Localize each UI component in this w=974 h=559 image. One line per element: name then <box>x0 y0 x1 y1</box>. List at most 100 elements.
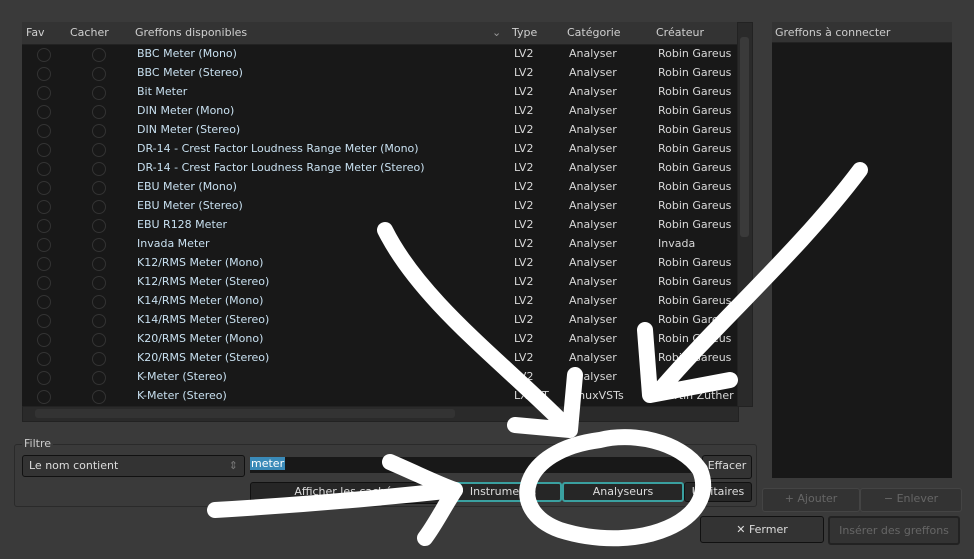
fav-radio[interactable] <box>37 67 51 81</box>
show-hidden-toggle[interactable]: Afficher les cachés <box>250 482 442 504</box>
fav-radio[interactable] <box>37 371 51 385</box>
fav-radio[interactable] <box>37 352 51 366</box>
table-row[interactable]: EBU Meter (Stereo) LV2 Analyser Robin Ga… <box>22 197 737 216</box>
table-row[interactable]: K14/RMS Meter (Stereo) LV2 Analyser Robi… <box>22 311 737 330</box>
plugin-category: Analyser <box>569 275 617 288</box>
col-name[interactable]: Greffons disponibles <box>135 26 247 39</box>
plugin-category: Analyser <box>569 180 617 193</box>
table-row[interactable]: K12/RMS Meter (Mono) LV2 Analyser Robin … <box>22 254 737 273</box>
plugin-category: Analyser <box>569 218 617 231</box>
hide-radio[interactable] <box>92 105 106 119</box>
fav-radio[interactable] <box>37 124 51 138</box>
table-row[interactable]: DR-14 - Crest Factor Loudness Range Mete… <box>22 140 737 159</box>
selected-plugins-list[interactable] <box>772 43 952 478</box>
hide-radio[interactable] <box>92 333 106 347</box>
table-row[interactable]: K20/RMS Meter (Mono) LV2 Analyser Robin … <box>22 330 737 349</box>
fav-radio[interactable] <box>37 143 51 157</box>
fav-radio[interactable] <box>37 105 51 119</box>
hide-radio[interactable] <box>92 124 106 138</box>
hide-radio[interactable] <box>92 276 106 290</box>
table-row[interactable]: K14/RMS Meter (Mono) LV2 Analyser Robin … <box>22 292 737 311</box>
hide-radio[interactable] <box>92 314 106 328</box>
table-row[interactable]: EBU Meter (Mono) LV2 Analyser Robin Gare… <box>22 178 737 197</box>
close-label: Fermer <box>748 523 788 536</box>
hide-radio[interactable] <box>92 181 106 195</box>
hide-radio[interactable] <box>92 238 106 252</box>
col-type[interactable]: Type <box>512 26 537 39</box>
fav-radio[interactable] <box>37 276 51 290</box>
plugin-creator: Robin Gareus <box>658 85 732 98</box>
plugin-type: LV2 <box>514 142 534 155</box>
fav-radio[interactable] <box>37 181 51 195</box>
fav-radio[interactable] <box>37 390 51 404</box>
fav-radio[interactable] <box>37 86 51 100</box>
clear-button[interactable]: Effacer <box>702 455 752 479</box>
analysers-toggle[interactable]: Analyseurs <box>562 482 684 502</box>
remove-button[interactable]: − Enlever <box>860 488 962 512</box>
scrollbar-thumb[interactable] <box>740 37 749 237</box>
utilities-toggle[interactable]: Utilitaires <box>684 482 752 502</box>
table-row[interactable]: DR-14 - Crest Factor Loudness Range Mete… <box>22 159 737 178</box>
horizontal-scrollbar[interactable] <box>22 406 739 422</box>
col-creator[interactable]: Créateur <box>656 26 704 39</box>
fav-radio[interactable] <box>37 314 51 328</box>
plugin-name: Bit Meter <box>137 85 188 98</box>
filter-label: Filtre <box>22 437 54 450</box>
table-row[interactable]: K-Meter (Stereo) LV2 Analyser <box>22 368 737 387</box>
table-row[interactable]: Invada Meter LV2 Analyser Invada <box>22 235 737 254</box>
plugin-creator: Robin Gareus <box>658 66 732 79</box>
insert-plugins-button[interactable]: Insérer des greffons <box>828 516 960 545</box>
hide-radio[interactable] <box>92 200 106 214</box>
filter-input[interactable]: meter <box>250 457 700 473</box>
col-hide[interactable]: Cacher <box>70 26 109 39</box>
hide-radio[interactable] <box>92 257 106 271</box>
hide-radio[interactable] <box>92 143 106 157</box>
scrollbar-thumb[interactable] <box>35 409 455 418</box>
hide-radio[interactable] <box>92 162 106 176</box>
plugin-type: LV2 <box>514 66 534 79</box>
hide-radio[interactable] <box>92 295 106 309</box>
plugin-name: DIN Meter (Stereo) <box>137 123 241 136</box>
instruments-toggle[interactable]: Instruments <box>444 482 562 502</box>
table-row[interactable]: K20/RMS Meter (Stereo) LV2 Analyser Robi… <box>22 349 737 368</box>
fav-radio[interactable] <box>37 333 51 347</box>
fav-radio[interactable] <box>37 200 51 214</box>
table-row[interactable]: Bit Meter LV2 Analyser Robin Gareus <box>22 83 737 102</box>
hide-radio[interactable] <box>92 67 106 81</box>
plugin-type: LV2 <box>514 370 534 383</box>
table-row[interactable]: K-Meter (Stereo) LXVST LinuxVSTs Martin … <box>22 387 737 406</box>
plugin-table: Fav Cacher Greffons disponibles ⌄ Type C… <box>22 22 737 406</box>
fav-radio[interactable] <box>37 162 51 176</box>
table-row[interactable]: BBC Meter (Stereo) LV2 Analyser Robin Ga… <box>22 64 737 83</box>
table-row[interactable]: K12/RMS Meter (Stereo) LV2 Analyser Robi… <box>22 273 737 292</box>
close-button[interactable]: ✕ Fermer <box>700 516 824 543</box>
sort-chevron-icon: ⌄ <box>492 26 502 39</box>
filter-mode-select[interactable]: Le nom contient ⇕ <box>22 455 245 477</box>
instruments-label: Instruments <box>469 485 537 498</box>
table-row[interactable]: BBC Meter (Mono) LV2 Analyser Robin Gare… <box>22 45 737 64</box>
plugin-creator: Robin Gareus <box>658 351 732 364</box>
hide-radio[interactable] <box>92 219 106 233</box>
add-button[interactable]: + Ajouter <box>762 488 860 512</box>
table-row[interactable]: DIN Meter (Mono) LV2 Analyser Robin Gare… <box>22 102 737 121</box>
plugin-type: LV2 <box>514 199 534 212</box>
col-category[interactable]: Catégorie <box>567 26 621 39</box>
hide-radio[interactable] <box>92 352 106 366</box>
hide-radio[interactable] <box>92 390 106 404</box>
table-row[interactable]: DIN Meter (Stereo) LV2 Analyser Robin Ga… <box>22 121 737 140</box>
hide-radio[interactable] <box>92 86 106 100</box>
fav-radio[interactable] <box>37 295 51 309</box>
hide-radio[interactable] <box>92 371 106 385</box>
hide-radio[interactable] <box>92 48 106 62</box>
fav-radio[interactable] <box>37 257 51 271</box>
vertical-scrollbar[interactable] <box>737 22 753 407</box>
col-fav[interactable]: Fav <box>26 26 45 39</box>
plugin-name: K14/RMS Meter (Mono) <box>137 294 264 307</box>
plugin-type: LV2 <box>514 237 534 250</box>
fav-radio[interactable] <box>37 238 51 252</box>
insert-label: Insérer des greffons <box>839 524 949 537</box>
fav-radio[interactable] <box>37 48 51 62</box>
fav-radio[interactable] <box>37 219 51 233</box>
close-icon: ✕ <box>736 523 746 536</box>
table-row[interactable]: EBU R128 Meter LV2 Analyser Robin Gareus <box>22 216 737 235</box>
